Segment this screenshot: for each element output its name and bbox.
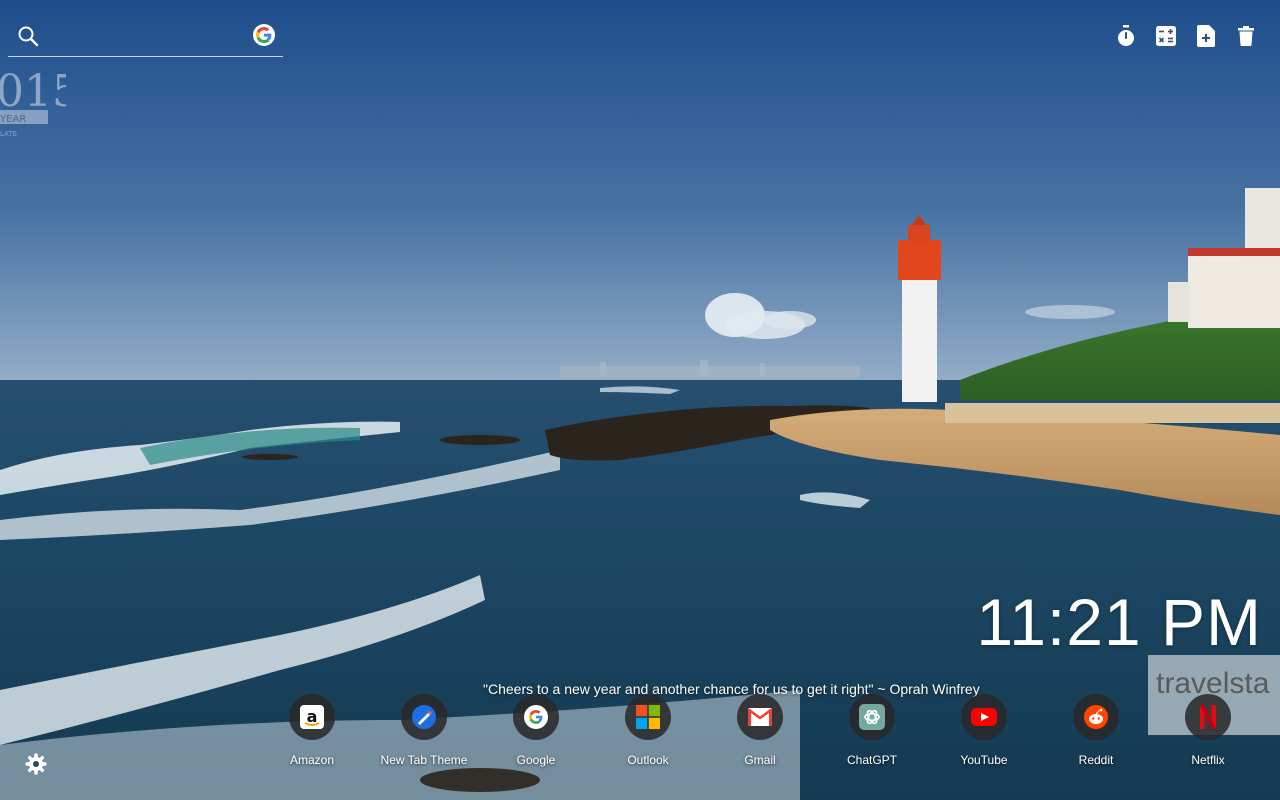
google-icon xyxy=(513,694,559,740)
shortcut-label: Amazon xyxy=(289,753,335,767)
new-note-icon xyxy=(1197,25,1215,47)
timer-icon xyxy=(1118,25,1134,46)
outlook-icon xyxy=(625,694,671,740)
shortcut-netflix[interactable]: Netflix xyxy=(1158,694,1258,767)
shortcut-reddit[interactable]: Reddit xyxy=(1046,694,1146,767)
shortcut-new-tab-theme[interactable]: New Tab Theme xyxy=(374,694,474,767)
new-tab-page: 015 YEAR LATE 11:21 PM travelsta "Cheers… xyxy=(0,0,1280,800)
shortcut-label: ChatGPT xyxy=(846,753,897,767)
clock-time: 11:21 PM xyxy=(976,585,1262,659)
shortcut-chatgpt[interactable]: ChatGPT xyxy=(822,694,922,767)
shortcut-google[interactable]: Google xyxy=(486,694,586,767)
calculator-icon xyxy=(1156,26,1176,46)
shortcut-label: Netflix xyxy=(1191,753,1225,767)
chatgpt-icon xyxy=(849,694,895,740)
search-input[interactable] xyxy=(48,22,247,52)
shortcut-label: Outlook xyxy=(627,753,669,767)
top-toolbar xyxy=(1114,22,1258,50)
trash-button[interactable] xyxy=(1234,22,1258,50)
gmail-icon xyxy=(737,694,783,740)
settings-button[interactable] xyxy=(24,752,48,776)
shortcut-label: New Tab Theme xyxy=(380,753,468,767)
shortcut-amazon[interactable]: a Amazon xyxy=(262,694,362,767)
new-note-button[interactable] xyxy=(1194,22,1218,50)
svg-text:a: a xyxy=(307,707,318,726)
reddit-icon xyxy=(1073,694,1119,740)
gear-icon xyxy=(25,753,47,775)
new-tab-theme-icon xyxy=(401,694,447,740)
shortcut-gmail[interactable]: Gmail xyxy=(710,694,810,767)
search-box xyxy=(8,18,283,57)
calculator-button[interactable] xyxy=(1154,22,1178,50)
google-search-engine-icon[interactable] xyxy=(253,24,275,46)
shortcut-label: Gmail xyxy=(744,753,776,767)
shortcut-outlook[interactable]: Outlook xyxy=(598,694,698,767)
background-photo xyxy=(0,0,1280,800)
youtube-icon xyxy=(961,694,1007,740)
search-icon[interactable] xyxy=(16,24,40,48)
netflix-icon xyxy=(1185,694,1231,740)
trash-icon xyxy=(1238,26,1254,46)
shortcut-label: Reddit xyxy=(1078,753,1114,767)
amazon-icon: a xyxy=(289,694,335,740)
timer-button[interactable] xyxy=(1114,22,1138,50)
shortcut-youtube[interactable]: YouTube xyxy=(934,694,1034,767)
shortcut-label: Google xyxy=(516,753,556,767)
shortcut-label: YouTube xyxy=(960,753,1008,767)
